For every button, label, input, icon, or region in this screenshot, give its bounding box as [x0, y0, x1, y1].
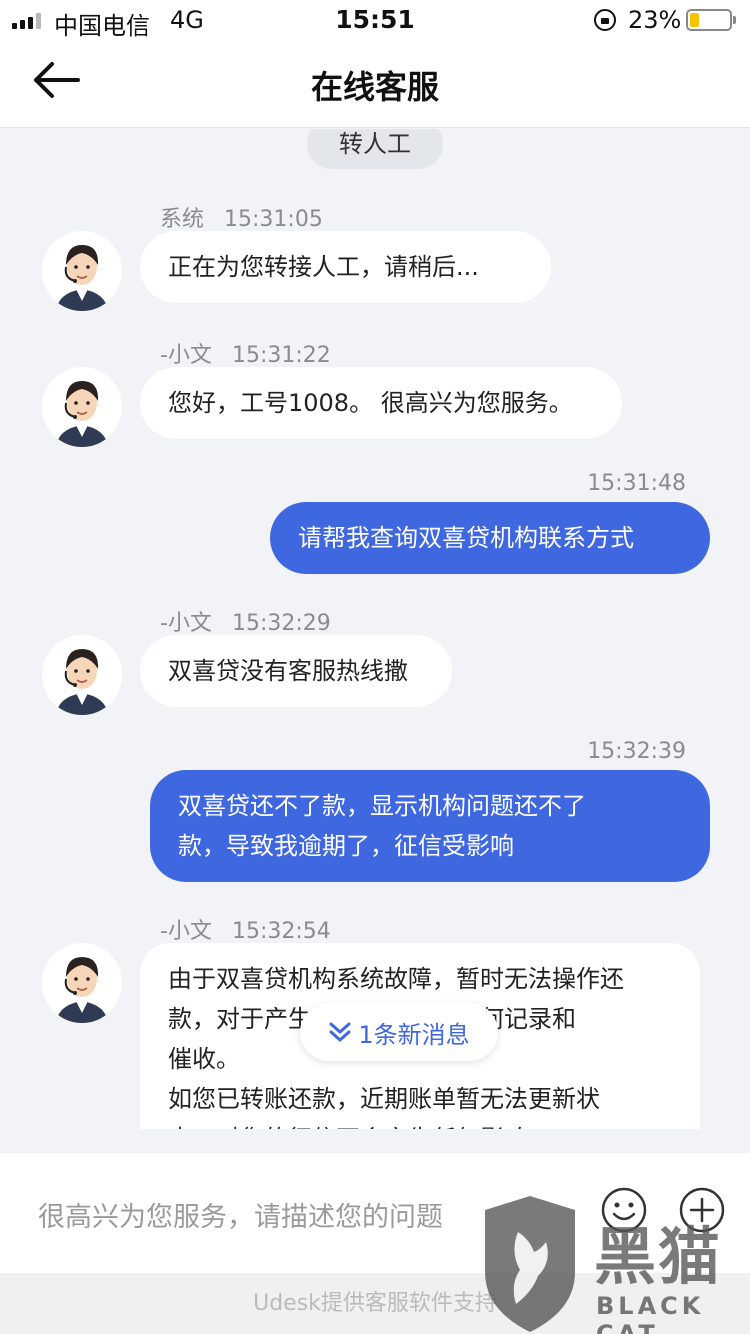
sender-name: -小文: [160, 919, 212, 944]
message-bubble-outgoing: 双喜贷还不了款，显示机构问题还不了 款，导致我逾期了，征信受影响: [150, 770, 710, 882]
message-text: 如您已转账还款，近期账单暂无法更新状: [168, 1085, 600, 1113]
message-time: 15:31:48: [587, 471, 686, 496]
agent-avatar: [42, 943, 122, 1023]
double-chevron-down-icon: [329, 1022, 351, 1042]
message-text: 请帮我查询双喜贷机构联系方式: [298, 524, 634, 552]
rotation-lock-icon: [594, 9, 616, 31]
sender-name: -小文: [160, 343, 212, 368]
message-time: 15:32:29: [231, 611, 331, 636]
message-bubble: 双喜贷没有客服热线撒: [140, 635, 452, 707]
new-message-label: 1条新消息: [358, 1020, 470, 1049]
watermark-title: 黑猫: [594, 1220, 723, 1293]
watermark-subtitle: BLACK CAT: [596, 1292, 705, 1334]
message-meta: 系统 15:31:05: [160, 201, 323, 233]
agent-avatar: [42, 635, 122, 715]
message-text: 款，导致我逾期了，征信受影响: [178, 832, 514, 860]
message-time: 15:32:54: [231, 919, 331, 944]
message-bubble: 正在为您转接人工，请稍后...: [140, 231, 551, 303]
message-text: 由于双喜贷机构系统故障，暂时无法操作还: [168, 965, 624, 993]
agent-avatar: [42, 367, 122, 447]
message-text: 正在为您转接人工，请稍后...: [168, 253, 479, 281]
message-time: 15:31:05: [224, 207, 323, 232]
chat-area[interactable]: 转人工 系统 15:31:05 正在为您转接人工，请稍后... -小文 15:31:…: [0, 129, 750, 1129]
message-bubble: 您好，工号1008。 很高兴为您服务。: [140, 367, 622, 439]
message-time: 15:31:22: [231, 343, 331, 368]
message-input[interactable]: 很高兴为您服务，请描述您的问题: [38, 1195, 443, 1234]
message-text: 双喜贷没有客服热线撒: [168, 657, 408, 685]
sender-name: 系统: [160, 207, 205, 232]
message-meta: -小文 15:31:22: [160, 337, 331, 369]
message-meta: -小文 15:32:54: [160, 913, 331, 945]
battery-percent: 23%: [628, 6, 682, 34]
message-time: 15:32:39: [587, 739, 686, 764]
battery-icon: [686, 9, 736, 31]
message-text: 态，对您的征信不会产生任何影响: [168, 1119, 672, 1129]
sender-name: -小文: [160, 611, 212, 636]
transfer-to-human-button[interactable]: 转人工: [307, 129, 443, 169]
message-bubble-outgoing: 请帮我查询双喜贷机构联系方式: [270, 502, 710, 574]
agent-avatar: [42, 231, 122, 311]
status-bar: 中国电信 4G 15:51 23%: [0, 0, 750, 40]
black-cat-logo-icon: [485, 1196, 575, 1332]
nav-bar: 在线客服: [0, 40, 750, 128]
message-text: 双喜贷还不了款，显示机构问题还不了: [178, 792, 586, 820]
message-meta: -小文 15:32:29: [160, 605, 331, 637]
new-message-button[interactable]: 1条新消息: [300, 1003, 498, 1061]
watermark: 黑猫 BLACK CAT: [480, 1192, 750, 1334]
message-text: 您好，工号1008。 很高兴为您服务。: [168, 389, 573, 417]
page-title: 在线客服: [310, 68, 439, 106]
